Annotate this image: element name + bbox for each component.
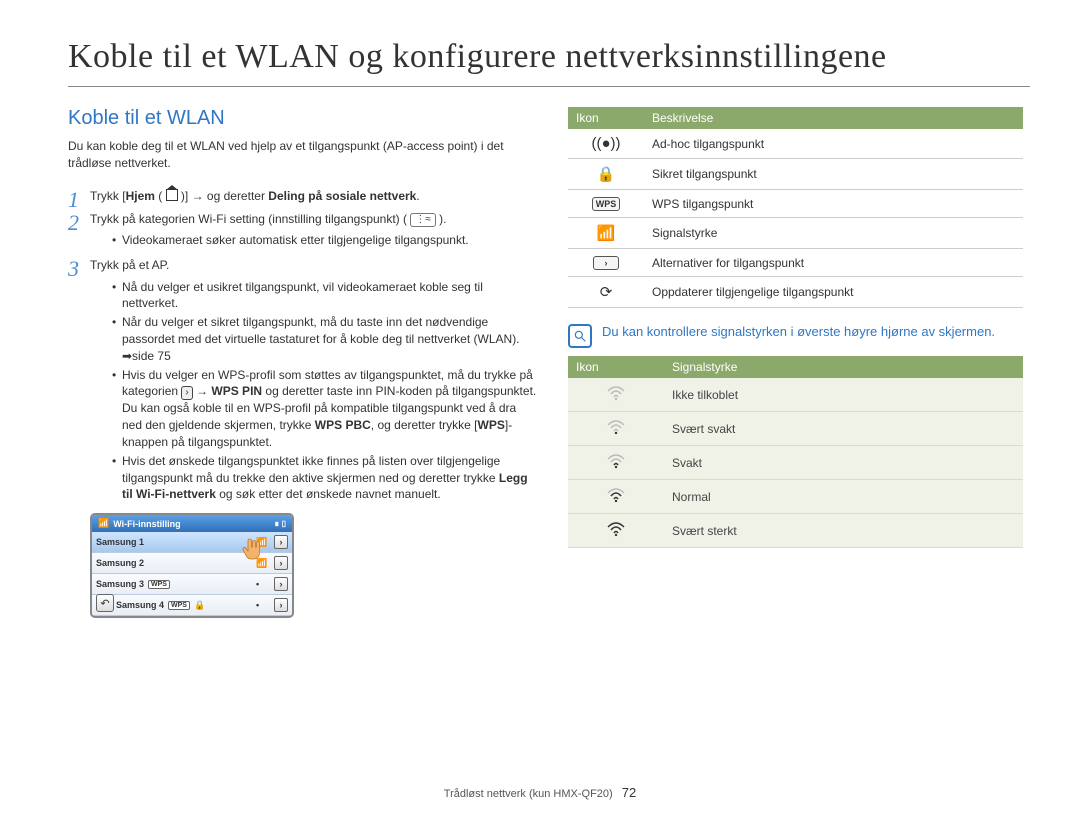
th-icon: Ikon (568, 356, 664, 378)
table-row: ›Alternativer for tilgangspunkt (568, 249, 1023, 277)
ap-row-4[interactable]: Samsung 4 WPS 🔒 • › (92, 595, 292, 616)
wps-tag-icon: WPS (168, 601, 190, 610)
refresh-icon: ⟳ (600, 284, 613, 301)
table-row: ((●))Ad-hoc tilgangspunkt (568, 129, 1023, 159)
footer-text: Trådløst nettverk (kun HMX-QF20) (444, 788, 613, 800)
table-row: WPSWPS tilgangspunkt (568, 190, 1023, 218)
step-3-note-1: Nå du velger et usikret tilgangspunkt, v… (112, 279, 538, 313)
arrow-right-icon: › (593, 256, 619, 270)
page-footer: Trådløst nettverk (kun HMX-QF20) 72 (0, 785, 1080, 800)
table-row: ⟳Oppdaterer tilgjengelige tilgangspunkt (568, 277, 1023, 308)
step-3: Trykk på et AP. Nå du velger et usikret … (68, 257, 538, 503)
arrow-badge-icon: › (181, 386, 192, 400)
back-button[interactable]: ↶ (96, 594, 114, 612)
wifi-bars-4-icon (606, 521, 626, 539)
table-row: Svært svakt (568, 412, 1023, 446)
chevron-right-icon[interactable]: › (274, 577, 288, 591)
step-1: Trykk [Hjem ( )] → og deretter Deling på… (68, 188, 538, 205)
wifi-badge-icon: ⋮≈ (410, 213, 436, 227)
chevron-right-icon[interactable]: › (274, 556, 288, 570)
table-row: Svært sterkt (568, 514, 1023, 548)
section-title: Koble til et WLAN (68, 107, 538, 130)
ap-row-3[interactable]: Samsung 3 WPS • › (92, 574, 292, 595)
table-row: Svakt (568, 446, 1023, 480)
step-3-note-2: Når du velger et sikret tilgangspunkt, m… (112, 314, 538, 364)
touch-hand-icon (240, 537, 264, 561)
wifi-bars-1-icon (606, 419, 626, 437)
step-3-note-4: Hvis det ønskede tilgangspunktet ikke fi… (112, 453, 538, 503)
th-icon: Ikon (568, 107, 644, 129)
page-number: 72 (622, 785, 636, 800)
th-signal: Signalstyrke (664, 356, 1023, 378)
table-row: Normal (568, 480, 1023, 514)
signal-strength-table: Ikon Signalstyrke Ikke tilkoblet Svært s… (568, 356, 1023, 548)
lock-icon: 🔒 (194, 600, 205, 611)
table-row: 📶Signalstyrke (568, 218, 1023, 249)
table-row: Ikke tilkoblet (568, 378, 1023, 412)
wifi-settings-screenshot: 📶 Wi-Fi-innstilling ∎ ▯ Samsung 1 📶 › Sa… (90, 513, 294, 618)
step-2-note: Videokameraet søker automatisk etter til… (112, 232, 538, 249)
wifi-bars-0-icon (606, 385, 626, 403)
wps-icon: WPS (592, 197, 621, 211)
step-3-note-3: Hvis du velger en WPS-profil som støttes… (112, 367, 538, 451)
home-icon (166, 189, 178, 201)
intro-text: Du kan koble deg til et WLAN ved hjelp a… (68, 138, 538, 172)
wifi-header-title: Wi-Fi-innstilling (113, 519, 180, 529)
step-2: Trykk på kategorien Wi-Fi setting (innst… (68, 211, 538, 249)
wifi-bars-3-icon (606, 487, 626, 505)
wifi-bars-2-icon (606, 453, 626, 471)
chevron-right-icon[interactable]: › (274, 598, 288, 612)
page-title: Koble til et WLAN og konfigurere nettver… (68, 38, 1030, 87)
note-text: Du kan kontrollere signalstyrken i øvers… (602, 324, 995, 348)
table-row: 🔒Sikret tilgangspunkt (568, 159, 1023, 190)
info-note: Du kan kontrollere signalstyrken i øvers… (568, 324, 1023, 348)
lock-icon: 🔒 (597, 166, 616, 183)
th-description: Beskrivelse (644, 107, 1023, 129)
wps-tag-icon: WPS (148, 580, 170, 589)
adhoc-icon: ((●)) (591, 135, 620, 152)
wifi-header-icon: 📶 (98, 518, 109, 529)
chevron-right-icon[interactable]: › (274, 535, 288, 549)
icon-description-table: Ikon Beskrivelse ((●))Ad-hoc tilgangspun… (568, 107, 1023, 308)
magnifier-icon (568, 324, 592, 348)
left-column: Koble til et WLAN Du kan koble deg til e… (68, 107, 538, 618)
right-column: Ikon Beskrivelse ((●))Ad-hoc tilgangspun… (568, 107, 1023, 618)
wifi-icon: 📶 (597, 225, 616, 242)
